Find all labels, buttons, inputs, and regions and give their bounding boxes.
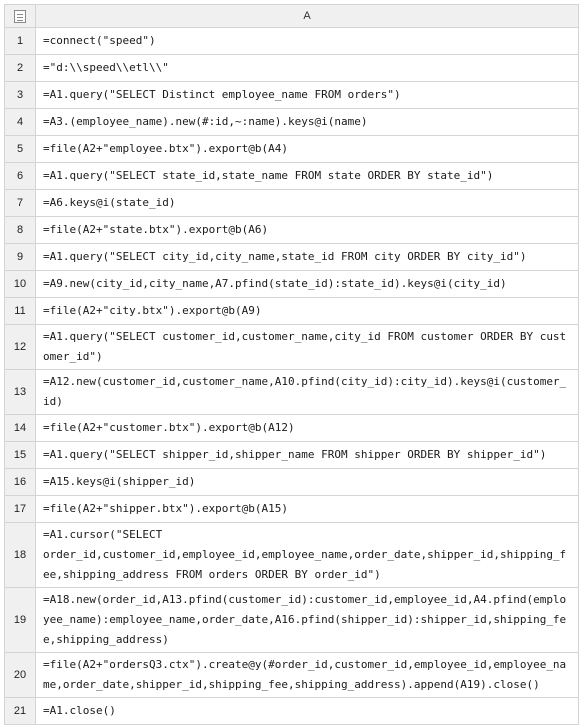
sheet-icon [14, 10, 26, 23]
table-row: 11 =file(A2+"city.btx").export@b(A9) [4, 297, 579, 325]
formula-cell[interactable]: =A6.keys@i(state_id) [35, 189, 579, 217]
row-header[interactable]: 12 [4, 324, 36, 370]
row-header[interactable]: 6 [4, 162, 36, 190]
row-header[interactable]: 15 [4, 441, 36, 469]
row-header[interactable]: 21 [4, 697, 36, 725]
formula-cell[interactable]: =file(A2+"customer.btx").export@b(A12) [35, 414, 579, 442]
row-header[interactable]: 11 [4, 297, 36, 325]
table-row: 2 ="d:\\speed\\etl\\" [4, 54, 579, 82]
table-row: 15 =A1.query("SELECT shipper_id,shipper_n… [4, 441, 579, 469]
table-row: 19 =A18.new(order_id,A13.pfind(customer_i… [4, 587, 579, 653]
table-row: 1 =connect("speed") [4, 27, 579, 55]
row-header[interactable]: 18 [4, 522, 36, 588]
row-header[interactable]: 14 [4, 414, 36, 442]
formula-cell[interactable]: =file(A2+"shipper.btx").export@b(A15) [35, 495, 579, 523]
table-row: 7 =A6.keys@i(state_id) [4, 189, 579, 217]
formula-cell[interactable]: =file(A2+"employee.btx").export@b(A4) [35, 135, 579, 163]
table-row: 21 =A1.close() [4, 697, 579, 725]
table-row: 4 =A3.(employee_name).new(#:id,~:name).ke… [4, 108, 579, 136]
formula-cell[interactable]: ="d:\\speed\\etl\\" [35, 54, 579, 82]
table-row: 6 =A1.query("SELECT state_id,state_name F… [4, 162, 579, 190]
row-header[interactable]: 20 [4, 652, 36, 698]
formula-cell[interactable]: =A1.query("SELECT city_id,city_name,stat… [35, 243, 579, 271]
table-row: 16 =A15.keys@i(shipper_id) [4, 468, 579, 496]
table-row: 13 =A12.new(customer_id,customer_name,A10… [4, 369, 579, 415]
row-header[interactable]: 1 [4, 27, 36, 55]
formula-cell[interactable]: =A1.query("SELECT state_id,state_name FR… [35, 162, 579, 190]
column-header-a[interactable]: A [35, 4, 579, 28]
formula-cell[interactable]: =A1.cursor("SELECT order_id,customer_id,… [35, 522, 579, 588]
formula-cell[interactable]: =A1.query("SELECT shipper_id,shipper_nam… [35, 441, 579, 469]
row-header[interactable]: 7 [4, 189, 36, 217]
table-row: 14 =file(A2+"customer.btx").export@b(A12) [4, 414, 579, 442]
table-row: 20 =file(A2+"ordersQ3.ctx").create@y(#ord… [4, 652, 579, 698]
row-header[interactable]: 16 [4, 468, 36, 496]
row-header[interactable]: 3 [4, 81, 36, 109]
formula-cell[interactable]: =A3.(employee_name).new(#:id,~:name).key… [35, 108, 579, 136]
row-header[interactable]: 5 [4, 135, 36, 163]
row-header[interactable]: 9 [4, 243, 36, 271]
row-header[interactable]: 13 [4, 369, 36, 415]
spreadsheet-grid: A 1 =connect("speed") 2 ="d:\\speed\\etl\\"… [4, 4, 579, 725]
row-header[interactable]: 10 [4, 270, 36, 298]
formula-cell[interactable]: =file(A2+"state.btx").export@b(A6) [35, 216, 579, 244]
formula-cell[interactable]: =file(A2+"city.btx").export@b(A9) [35, 297, 579, 325]
select-all-corner[interactable] [4, 4, 36, 28]
row-header[interactable]: 4 [4, 108, 36, 136]
table-row: 17 =file(A2+"shipper.btx").export@b(A15) [4, 495, 579, 523]
row-header[interactable]: 19 [4, 587, 36, 653]
formula-cell[interactable]: =A1.close() [35, 697, 579, 725]
table-row: 12 =A1.query("SELECT customer_id,customer… [4, 324, 579, 370]
table-row: 10 =A9.new(city_id,city_name,A7.pfind(sta… [4, 270, 579, 298]
table-row: 3 =A1.query("SELECT Distinct employee_nam… [4, 81, 579, 109]
table-row: 5 =file(A2+"employee.btx").export@b(A4) [4, 135, 579, 163]
formula-cell[interactable]: =A1.query("SELECT customer_id,customer_n… [35, 324, 579, 370]
formula-cell[interactable]: =file(A2+"ordersQ3.ctx").create@y(#order… [35, 652, 579, 698]
formula-cell[interactable]: =A18.new(order_id,A13.pfind(customer_id)… [35, 587, 579, 653]
formula-cell[interactable]: =A15.keys@i(shipper_id) [35, 468, 579, 496]
formula-cell[interactable]: =A12.new(customer_id,customer_name,A10.p… [35, 369, 579, 415]
row-header[interactable]: 8 [4, 216, 36, 244]
formula-cell[interactable]: =A1.query("SELECT Distinct employee_name… [35, 81, 579, 109]
formula-cell[interactable]: =connect("speed") [35, 27, 579, 55]
row-header[interactable]: 2 [4, 54, 36, 82]
table-row: 9 =A1.query("SELECT city_id,city_name,sta… [4, 243, 579, 271]
header-row: A [4, 4, 579, 28]
row-header[interactable]: 17 [4, 495, 36, 523]
table-row: 18 =A1.cursor("SELECT order_id,customer_i… [4, 522, 579, 588]
formula-cell[interactable]: =A9.new(city_id,city_name,A7.pfind(state… [35, 270, 579, 298]
table-row: 8 =file(A2+"state.btx").export@b(A6) [4, 216, 579, 244]
